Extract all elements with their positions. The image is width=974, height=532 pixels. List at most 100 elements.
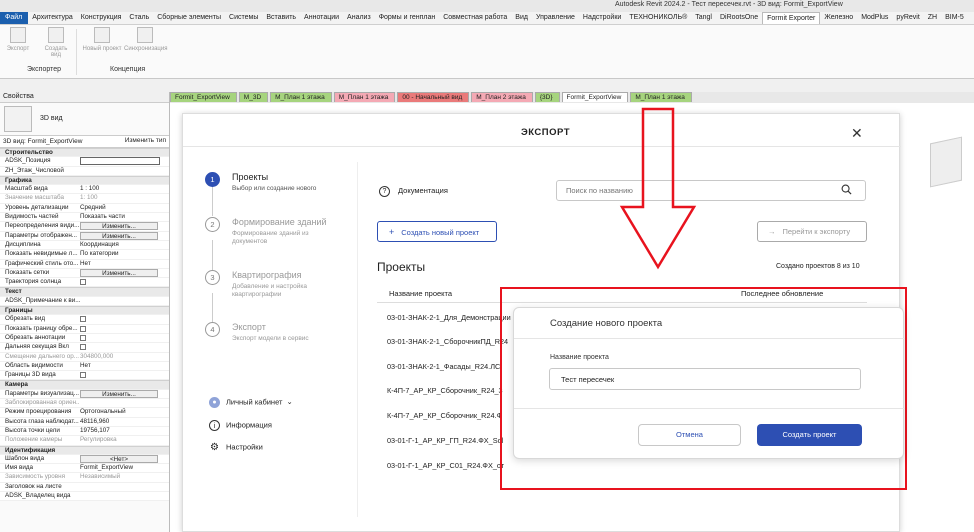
table-row[interactable]: К-4П-7_АР_КР_Сборочник_R24_3 bbox=[387, 386, 503, 395]
table-row[interactable]: К-4П-7_АР_КР_Сборочник_R24.Ф bbox=[387, 411, 502, 420]
property-checkbox[interactable] bbox=[80, 279, 86, 286]
ribbon-tab[interactable]: ТЕХНОНИКОЛЬ® bbox=[625, 12, 691, 24]
cancel-button[interactable]: Отмена bbox=[638, 424, 741, 446]
new-project-ribbon-button[interactable]: Новый проект bbox=[80, 27, 124, 52]
property-checkbox[interactable] bbox=[80, 316, 86, 323]
view-tab[interactable]: M_План 1 этажа bbox=[270, 92, 332, 102]
view-tab[interactable]: M_План 1 этажа bbox=[333, 92, 396, 102]
ribbon-tab[interactable]: Конструкция bbox=[77, 12, 126, 24]
property-value[interactable] bbox=[80, 167, 169, 175]
create-new-project-button[interactable]: + Создать новый проект bbox=[377, 221, 497, 242]
create-project-button[interactable]: Создать проект bbox=[757, 424, 862, 446]
ribbon-tab[interactable]: Управление bbox=[532, 12, 579, 24]
ribbon-tab[interactable]: Архитектура bbox=[28, 12, 77, 24]
view-tab[interactable]: M_План 1 этажа bbox=[630, 92, 692, 102]
view-tab[interactable]: 00 - Начальный вид bbox=[397, 92, 470, 102]
property-section[interactable]: Идентификация bbox=[0, 445, 169, 455]
nav-personal-account[interactable]: ● Личный кабинет ⌄ bbox=[209, 397, 293, 408]
ribbon-tab[interactable]: Совместная работа bbox=[439, 12, 511, 24]
property-input[interactable] bbox=[80, 157, 160, 166]
view-tab[interactable]: M_План 2 этажа bbox=[471, 92, 533, 102]
property-section[interactable]: Строительство bbox=[0, 148, 169, 158]
property-value[interactable]: 1 : 100 bbox=[80, 185, 169, 193]
column-header-name[interactable]: Название проекта bbox=[389, 289, 452, 298]
view-cube[interactable] bbox=[930, 136, 962, 188]
search-input[interactable] bbox=[556, 180, 866, 201]
property-key: Дальняя секущая Вкл bbox=[5, 343, 69, 351]
ribbon-tab[interactable]: Железно bbox=[820, 12, 857, 24]
ribbon-tab[interactable]: BIM-5 bbox=[941, 12, 968, 24]
ribbon-tab[interactable]: Надстройки bbox=[579, 12, 625, 24]
property-value[interactable]: Нет bbox=[80, 362, 169, 370]
table-row[interactable]: 03-01-Г-1_АР_КР_ГП_R24.ФХ_Sol bbox=[387, 436, 503, 445]
edit-type-button[interactable]: Изменить тип bbox=[125, 137, 166, 144]
ribbon-tab[interactable]: DiRootsOne bbox=[716, 12, 762, 24]
create-view-ribbon-button[interactable]: Создать вид bbox=[40, 27, 72, 58]
table-row[interactable]: 03-01-Г-1_АР_КР_С01_R24.ФХ_от bbox=[387, 461, 504, 470]
ribbon-tab[interactable]: Tangl bbox=[691, 12, 716, 24]
property-key: Границы bbox=[5, 307, 33, 315]
documentation-link[interactable]: ? Документация bbox=[379, 186, 448, 197]
export-ribbon-button[interactable]: Экспорт bbox=[2, 27, 34, 52]
property-edit-button[interactable]: Изменить... bbox=[80, 231, 158, 240]
property-edit-button[interactable]: Изменить... bbox=[80, 268, 158, 277]
ribbon-tab[interactable]: Formit Exporter bbox=[762, 12, 821, 24]
sync-ribbon-button[interactable]: Синхронизация bbox=[124, 27, 167, 52]
close-icon[interactable]: ✕ bbox=[851, 125, 863, 142]
property-row: Зависимость уровня Независимый bbox=[0, 473, 169, 483]
step-connector bbox=[212, 240, 213, 270]
property-value[interactable]: Formit_ExportView bbox=[80, 464, 169, 472]
property-value[interactable]: Средний bbox=[80, 204, 169, 212]
property-section[interactable]: Границы bbox=[0, 306, 169, 316]
property-edit-button[interactable]: Изменить... bbox=[80, 222, 158, 231]
ribbon-tab[interactable]: Формы и генплан bbox=[375, 12, 440, 24]
go-to-export-button[interactable]: → Перейти к экспорту bbox=[757, 221, 867, 242]
ribbon-tab[interactable]: ModPlus bbox=[857, 12, 892, 24]
table-row[interactable]: 03-01-ЗНАК-2-1_Фасады_R24.ЛС bbox=[387, 362, 500, 371]
property-value[interactable]: Координация bbox=[80, 241, 169, 249]
property-value[interactable]: 48116,960 bbox=[80, 418, 169, 426]
table-row[interactable]: 03-01-ЗНАК-2-1_Для_Демонстрации bbox=[387, 313, 511, 322]
property-value[interactable]: Нет bbox=[80, 260, 169, 268]
property-value[interactable] bbox=[80, 483, 169, 491]
view-tab[interactable]: Formit_ExportView bbox=[561, 92, 629, 102]
ribbon-tab[interactable]: Аннотации bbox=[300, 12, 343, 24]
property-section[interactable]: Камера bbox=[0, 380, 169, 390]
view-tab[interactable]: {3D} bbox=[534, 92, 560, 102]
property-checkbox[interactable] bbox=[80, 372, 86, 379]
ribbon-tab[interactable]: Анализ bbox=[343, 12, 375, 24]
property-value[interactable]: 19756,107 bbox=[80, 427, 169, 435]
property-edit-button[interactable]: <Нет> bbox=[80, 454, 158, 463]
property-value[interactable]: Показать части bbox=[80, 213, 169, 221]
ribbon-tab[interactable]: Сборные элементы bbox=[153, 12, 225, 24]
step-subtitle: Экспорт модели в сервис bbox=[232, 335, 309, 342]
table-row[interactable]: 03-01-ЗНАК-2-1_СборочникПД_R24 bbox=[387, 337, 508, 346]
property-edit-button[interactable]: Изменить... bbox=[80, 389, 158, 398]
ribbon-tab[interactable]: Системы bbox=[225, 12, 262, 24]
property-value[interactable] bbox=[80, 297, 169, 305]
property-value[interactable]: Ортогональный bbox=[80, 408, 169, 416]
ribbon-tab[interactable]: Вставить bbox=[262, 12, 300, 24]
project-name-input[interactable] bbox=[549, 368, 861, 390]
property-section[interactable]: Графика bbox=[0, 175, 169, 186]
search-icon[interactable] bbox=[841, 184, 852, 195]
property-value[interactable] bbox=[80, 492, 169, 500]
view-tab[interactable]: Formit_ExportView bbox=[170, 92, 237, 102]
property-value[interactable]: По категории bbox=[80, 250, 169, 258]
ribbon-tab[interactable]: pyRevit bbox=[892, 12, 923, 24]
view-tab[interactable]: M_3D bbox=[238, 92, 269, 102]
ribbon-tab[interactable]: Файл bbox=[0, 12, 29, 24]
help-icon: ? bbox=[379, 186, 390, 197]
property-section[interactable]: Текст bbox=[0, 287, 169, 297]
nav-settings[interactable]: ⚙ Настройки bbox=[209, 442, 263, 453]
ribbon-tab[interactable]: Сталь bbox=[125, 12, 153, 24]
ribbon-tab[interactable]: ZH bbox=[924, 12, 941, 24]
nav-information[interactable]: i Информация bbox=[209, 420, 272, 431]
property-checkbox[interactable] bbox=[80, 334, 86, 341]
instance-selector[interactable]: 3D вид: Formit_ExportView Изменить тип bbox=[0, 136, 169, 148]
ribbon-tab[interactable]: Вид bbox=[511, 12, 532, 24]
property-row: ADSK_Позиция bbox=[0, 157, 169, 167]
property-checkbox[interactable] bbox=[80, 325, 86, 332]
type-selector[interactable]: 3D вид bbox=[0, 103, 169, 136]
property-checkbox[interactable] bbox=[80, 344, 86, 351]
